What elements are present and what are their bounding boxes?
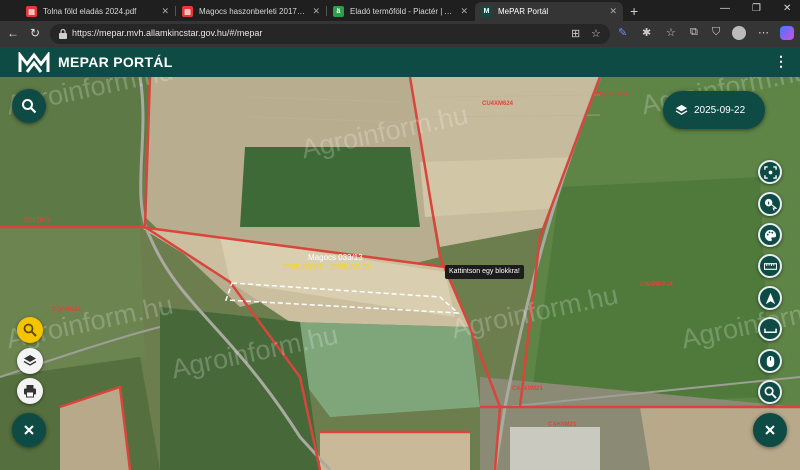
search-tool-button[interactable]	[17, 317, 43, 343]
search-icon	[23, 323, 37, 337]
layers-icon	[675, 104, 688, 115]
map-search-button[interactable]	[12, 89, 46, 123]
parcel-dates: 2025-03-07 - 2025-07-25	[282, 263, 371, 272]
browser-tab-strip: ▤ Tolna föld eladás 2024.pdf ✕ ▤ Magocs …	[0, 0, 800, 21]
tab-title: Tolna föld eladás 2024.pdf	[43, 7, 137, 16]
minimize-icon[interactable]: —	[720, 3, 730, 14]
block-code: CW4RKPJ4	[640, 282, 673, 288]
mepar-app: Agroinform.hu Agroinform.hu Agroinform.h…	[0, 47, 800, 470]
zoom-search-button[interactable]	[758, 380, 782, 404]
mouse-icon	[766, 355, 774, 367]
close-tab-icon[interactable]: ✕	[312, 6, 320, 17]
browser-tab[interactable]: ▤ Magocs haszonberleti 2017 (1).pdf ✕	[176, 2, 326, 21]
layers-icon	[23, 355, 37, 366]
measure-button[interactable]	[758, 254, 782, 278]
favorites-icon[interactable]: ☆	[666, 26, 676, 39]
close-icon	[24, 425, 34, 435]
focus-target-icon	[763, 165, 777, 179]
pdf-icon: ▤	[26, 6, 37, 17]
app-header: MEPAR PORTÁL ⋮	[0, 47, 800, 77]
shield-icon[interactable]: ⛉	[712, 26, 720, 39]
extensions-icon[interactable]: ✱	[642, 26, 651, 39]
browser-tab-active[interactable]: M MePAR Portál ✕	[475, 2, 623, 21]
search-icon	[22, 99, 37, 114]
scale-bar-icon	[763, 328, 777, 333]
map-tooltip: Kattintson egy blokkra!	[445, 265, 524, 279]
url-text[interactable]: https://mepar.mvh.allamkincstar.gov.hu/#…	[72, 28, 262, 38]
north-arrow-button[interactable]	[758, 286, 782, 310]
close-right-panel-button[interactable]	[753, 413, 787, 447]
close-left-panel-button[interactable]	[12, 413, 46, 447]
app-menu-icon[interactable]: ⋮	[774, 53, 788, 70]
extension-pen-icon[interactable]: ✎	[618, 26, 627, 39]
back-icon[interactable]: ←	[7, 26, 19, 40]
url-bar[interactable]: https://mepar.mvh.allamkincstar.gov.hu/#…	[50, 24, 610, 44]
tab-title: Eladó termőföld - Piactér | Agroinform	[350, 7, 454, 16]
north-arrow-icon	[765, 292, 775, 304]
new-tab-icon[interactable]: +	[630, 3, 638, 19]
magnifier-icon	[764, 386, 777, 399]
layers-button[interactable]	[17, 348, 43, 374]
close-icon	[765, 425, 775, 435]
profile-avatar[interactable]	[732, 26, 746, 40]
imagery-date-selector[interactable]: 2025-09-22	[663, 91, 765, 129]
identify-button[interactable]	[758, 192, 782, 216]
collections-icon[interactable]: ⧉	[690, 26, 698, 39]
imagery-date: 2025-09-22	[694, 104, 746, 116]
close-tab-icon[interactable]: ✕	[609, 6, 617, 17]
block-code: CR5T6F2	[24, 218, 51, 224]
satellite-map[interactable]: Agroinform.hu Agroinform.hu Agroinform.h…	[0, 77, 800, 470]
app-install-icon[interactable]: ⊞	[571, 27, 580, 40]
mouse-coordinates-button[interactable]	[758, 349, 782, 373]
block-code: CX4X0M21	[512, 386, 543, 392]
mepar-logo-icon	[18, 52, 50, 73]
printer-icon	[24, 385, 36, 398]
block-code: CQFMNJ4	[52, 307, 81, 313]
print-button[interactable]	[17, 378, 43, 404]
copilot-icon[interactable]	[780, 26, 794, 40]
block-code: CXHXM21	[548, 422, 577, 428]
ruler-icon	[763, 262, 777, 270]
zoom-to-extent-button[interactable]	[758, 160, 782, 184]
more-menu-icon[interactable]: ⋯	[758, 26, 769, 39]
site-info-icon[interactable]	[58, 28, 68, 39]
tab-title: MePAR Portál	[498, 7, 549, 16]
close-tab-icon[interactable]: ✕	[460, 6, 468, 17]
browser-tab[interactable]: ▤ Tolna föld eladás 2024.pdf ✕	[20, 2, 175, 21]
palette-icon	[764, 229, 776, 241]
info-pointer-icon	[764, 198, 777, 211]
mepar-icon: M	[481, 6, 492, 17]
block-code: CQHKEA84	[595, 92, 628, 98]
close-tab-icon[interactable]: ✕	[161, 6, 169, 17]
agroinform-icon: ä	[333, 6, 344, 17]
parcel-title: Magocs 033/13	[308, 253, 363, 262]
app-title: MEPAR PORTÁL	[58, 54, 173, 70]
close-window-icon[interactable]: ✕	[783, 3, 791, 14]
bookmark-star-icon[interactable]: ☆	[591, 27, 601, 40]
block-code: CU4XM624	[482, 101, 514, 107]
scale-button[interactable]	[758, 317, 782, 341]
tab-title: Magocs haszonberleti 2017 (1).pdf	[199, 7, 307, 16]
reload-icon[interactable]: ↻	[30, 26, 40, 40]
basemap-style-button[interactable]	[758, 223, 782, 247]
maximize-icon[interactable]: ❐	[752, 3, 761, 14]
pdf-icon: ▤	[182, 6, 193, 17]
browser-tab[interactable]: ä Eladó termőföld - Piactér | Agroinform…	[327, 2, 474, 21]
address-bar-row: ← ↻ https://mepar.mvh.allamkincstar.gov.…	[0, 21, 800, 47]
